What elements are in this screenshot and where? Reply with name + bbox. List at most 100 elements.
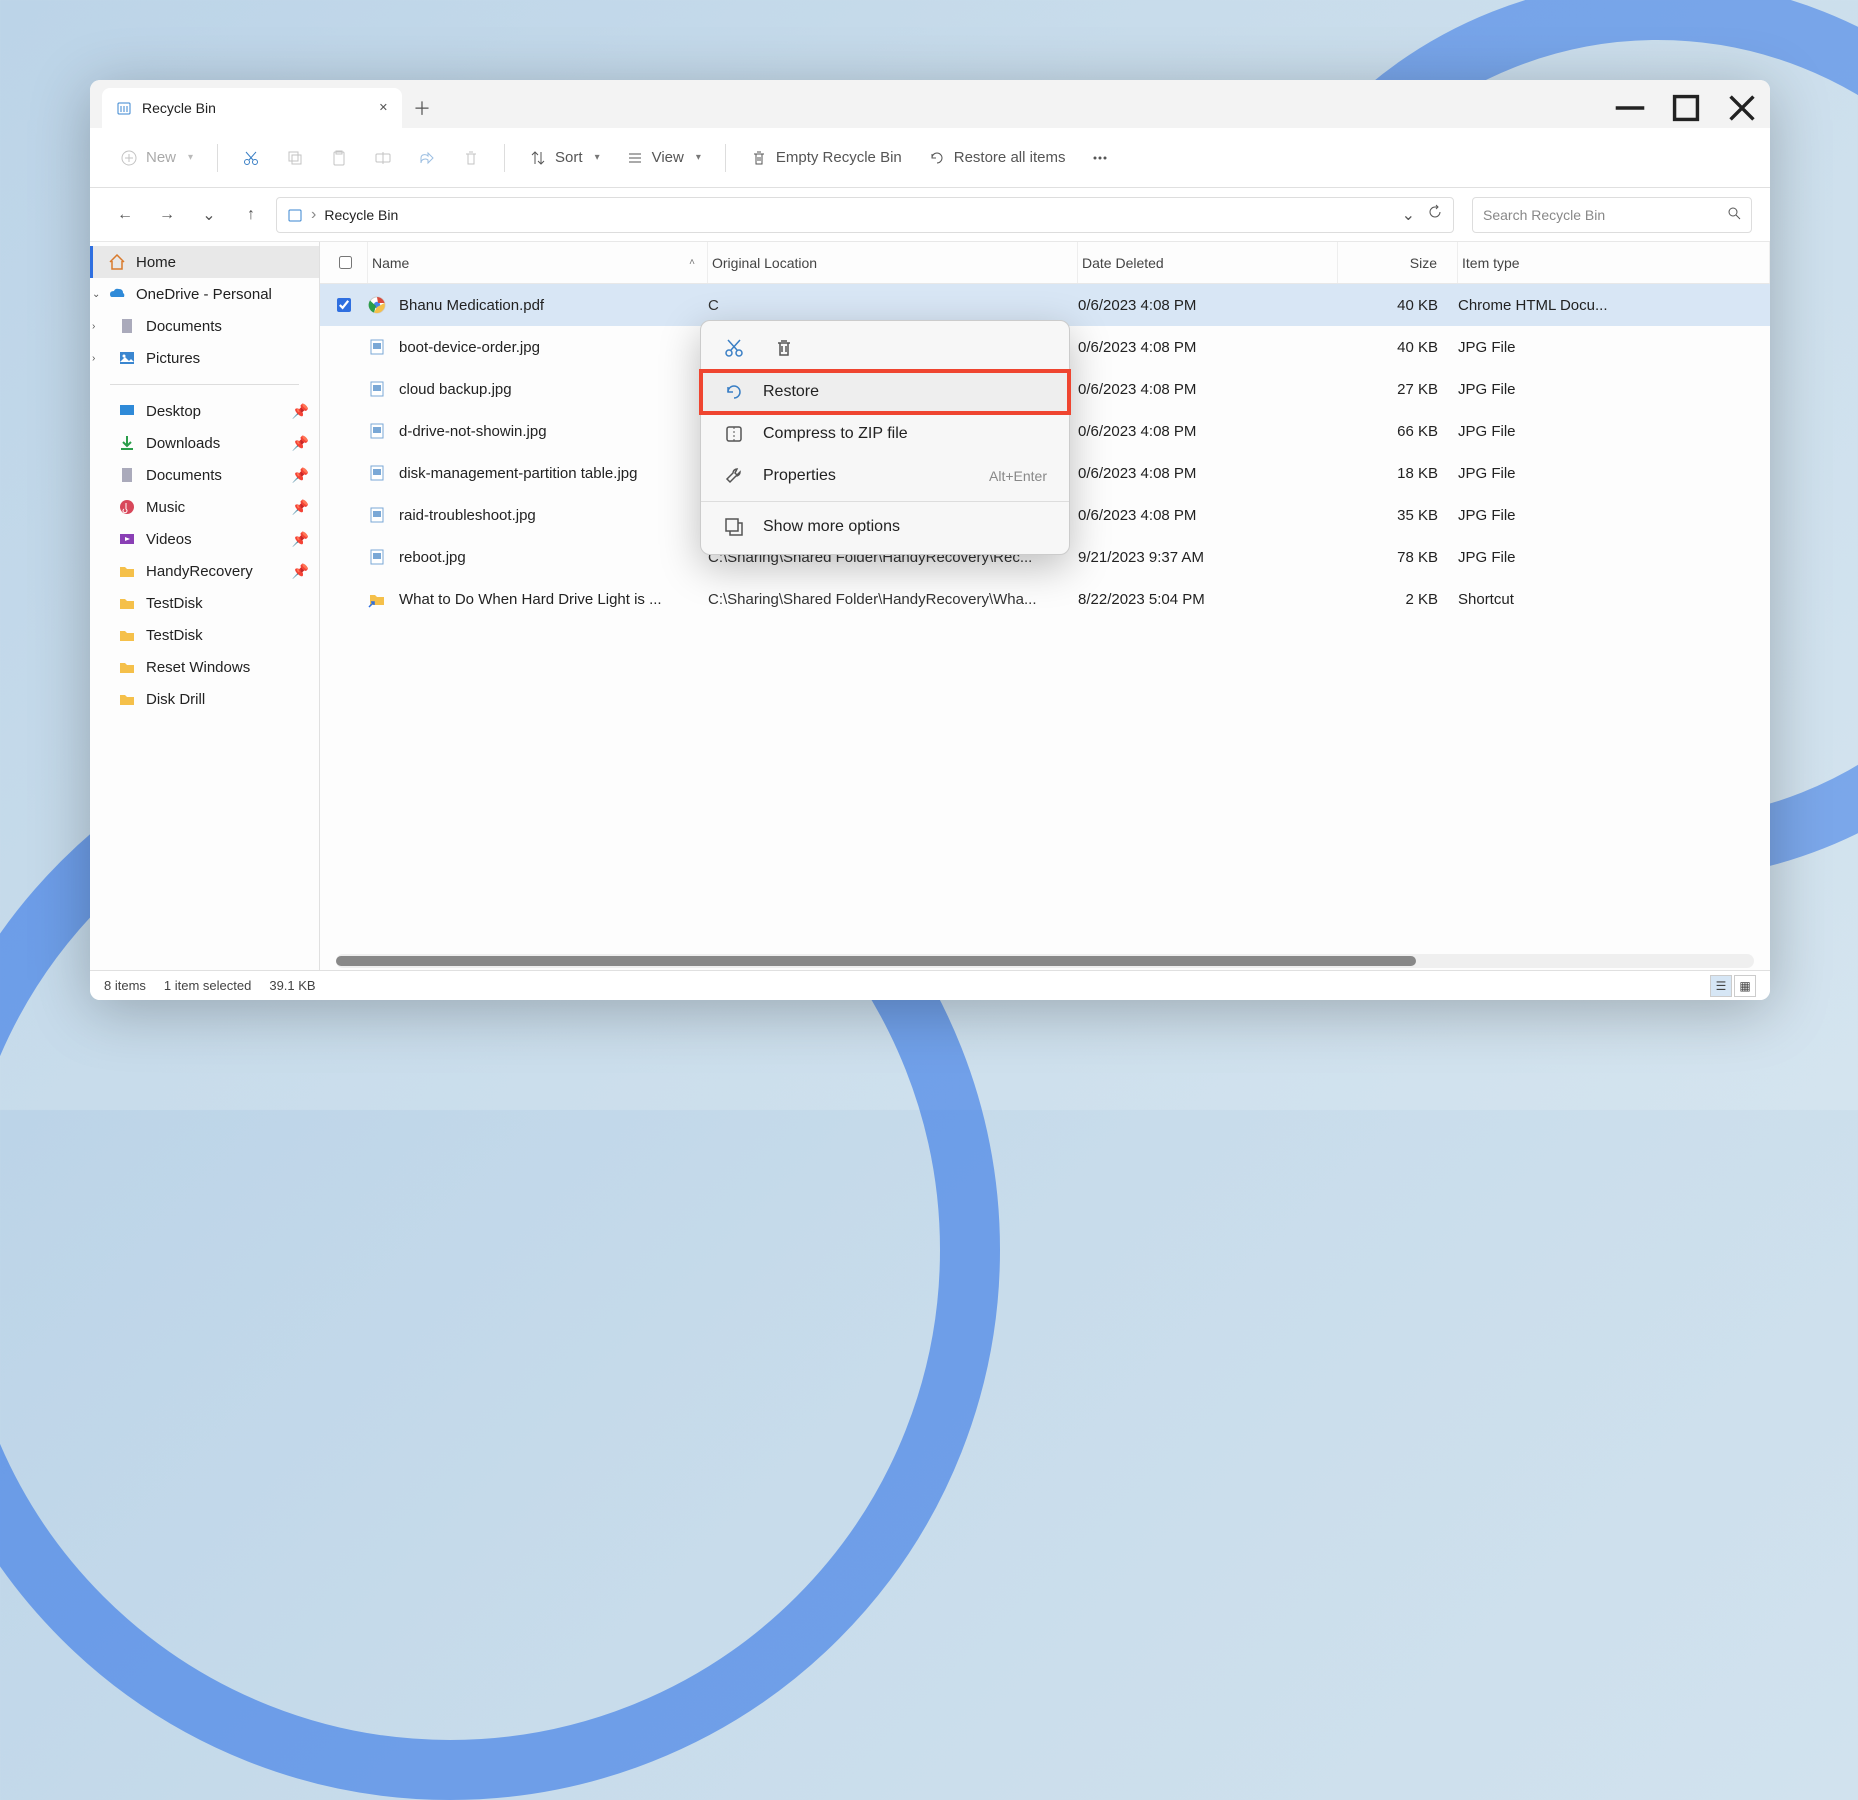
horizontal-scrollbar[interactable] [336,954,1754,968]
context-menu: Restore Compress to ZIP file Properties … [700,320,1070,555]
titlebar: Recycle Bin ✕ ＋ [90,80,1770,128]
chevron-down-icon: ▾ [696,152,701,163]
sidebar-item-documents[interactable]: Documents📌 [90,459,319,491]
back-button[interactable]: ← [108,198,142,232]
file-type: JPG File [1458,465,1770,482]
document-icon [118,317,136,335]
context-restore[interactable]: Restore [701,371,1069,413]
history-dropdown[interactable]: ⌄ [192,198,226,232]
maximize-button[interactable] [1658,88,1714,128]
view-button[interactable]: View▾ [616,143,711,173]
tab-recycle-bin[interactable]: Recycle Bin ✕ [102,88,402,128]
file-size: 2 KB [1338,591,1458,608]
address-bar[interactable]: › Recycle Bin ⌄ [276,197,1454,233]
delete-button[interactable] [452,143,490,173]
list-icon [626,149,644,167]
sidebar-item-od-pictures[interactable]: › Pictures [90,342,319,374]
column-header-type[interactable]: Item type [1458,242,1770,283]
file-size: 35 KB [1338,507,1458,524]
new-tab-button[interactable]: ＋ [402,88,442,128]
file-icon [368,422,386,440]
sidebar-item-music[interactable]: Music📌 [90,491,319,523]
pin-icon: 📌 [292,435,309,452]
minimize-button[interactable] [1602,88,1658,128]
file-date: 8/22/2023 5:04 PM [1078,591,1338,608]
rename-button[interactable] [364,143,402,173]
sidebar-item-desktop[interactable]: Desktop📌 [90,395,319,427]
home-icon [108,253,126,271]
folder-icon [118,594,136,612]
status-bar: 8 items 1 item selected 39.1 KB ☰ ▦ [90,970,1770,1000]
show-more-icon [723,516,745,538]
status-selected-count: 1 item selected [164,978,251,993]
sidebar-item-testdisk2[interactable]: TestDisk [90,619,319,651]
file-size: 66 KB [1338,423,1458,440]
sort-button[interactable]: Sort▾ [519,143,610,173]
file-date: 0/6/2023 4:08 PM [1078,423,1338,440]
file-icon [368,380,386,398]
row-checkbox[interactable] [337,298,351,312]
restore-all-button[interactable]: Restore all items [918,143,1076,173]
sidebar-item-home[interactable]: Home [90,246,319,278]
pictures-icon [118,349,136,367]
sidebar-item-handyrecovery[interactable]: HandyRecovery📌 [90,555,319,587]
copy-button[interactable] [276,143,314,173]
share-button[interactable] [408,143,446,173]
column-header-date[interactable]: Date Deleted [1078,242,1338,283]
file-date: 0/6/2023 4:08 PM [1078,465,1338,482]
up-button[interactable]: ↑ [234,198,268,232]
new-button[interactable]: New ▾ [110,143,203,173]
file-size: 40 KB [1338,297,1458,314]
details-view-button[interactable]: ☰ [1710,975,1732,997]
forward-button[interactable]: → [150,198,184,232]
sidebar-item-od-documents[interactable]: › Documents [90,310,319,342]
more-button[interactable] [1081,143,1119,173]
scissors-icon [242,149,260,167]
search-input[interactable]: Search Recycle Bin [1472,197,1752,233]
copy-icon [286,149,304,167]
share-icon [418,149,436,167]
file-icon [368,296,386,314]
sidebar-item-onedrive[interactable]: ⌄ OneDrive - Personal [90,278,319,310]
chevron-down-icon[interactable]: ⌄ [1402,205,1415,225]
file-name: reboot.jpg [399,549,466,566]
sidebar-item-videos[interactable]: Videos📌 [90,523,319,555]
context-properties[interactable]: Properties Alt+Enter [701,455,1069,497]
close-window-button[interactable] [1714,88,1770,128]
column-header-location[interactable]: Original Location [708,242,1078,283]
thumbnails-view-button[interactable]: ▦ [1734,975,1756,997]
select-all-checkbox[interactable] [339,256,352,269]
delete-icon[interactable] [773,337,795,359]
chevron-down-icon: ▾ [188,152,193,163]
file-date: 0/6/2023 4:08 PM [1078,297,1338,314]
file-type: JPG File [1458,423,1770,440]
sort-asc-icon: ˄ [689,257,695,268]
window-controls [1602,88,1770,128]
file-type: Shortcut [1458,591,1770,608]
sidebar-item-disk-drill[interactable]: Disk Drill [90,683,319,715]
cut-icon[interactable] [723,337,745,359]
sidebar-item-testdisk1[interactable]: TestDisk [90,587,319,619]
cut-button[interactable] [232,143,270,173]
table-row[interactable]: What to Do When Hard Drive Light is ... … [320,578,1770,620]
sidebar-item-downloads[interactable]: Downloads📌 [90,427,319,459]
empty-recycle-bin-button[interactable]: Empty Recycle Bin [740,143,912,173]
context-compress[interactable]: Compress to ZIP file [701,413,1069,455]
refresh-button[interactable] [1427,204,1443,225]
chevron-right-icon: › [92,321,95,332]
sidebar-item-reset-windows[interactable]: Reset Windows [90,651,319,683]
file-location: C:\Sharing\Shared Folder\HandyRecovery\W… [708,591,1078,608]
ellipsis-icon [1091,149,1109,167]
context-show-more[interactable]: Show more options [701,506,1069,548]
tab-close-icon[interactable]: ✕ [379,101,388,114]
trash-icon [750,149,768,167]
column-header-size[interactable]: Size [1338,242,1458,283]
trash-icon [462,149,480,167]
file-name: cloud backup.jpg [399,381,512,398]
breadcrumb-separator: › [311,206,316,224]
column-header-name[interactable]: Name˄ [368,242,708,283]
paste-button[interactable] [320,143,358,173]
file-size: 27 KB [1338,381,1458,398]
file-type: JPG File [1458,549,1770,566]
scrollbar-thumb[interactable] [336,956,1416,966]
